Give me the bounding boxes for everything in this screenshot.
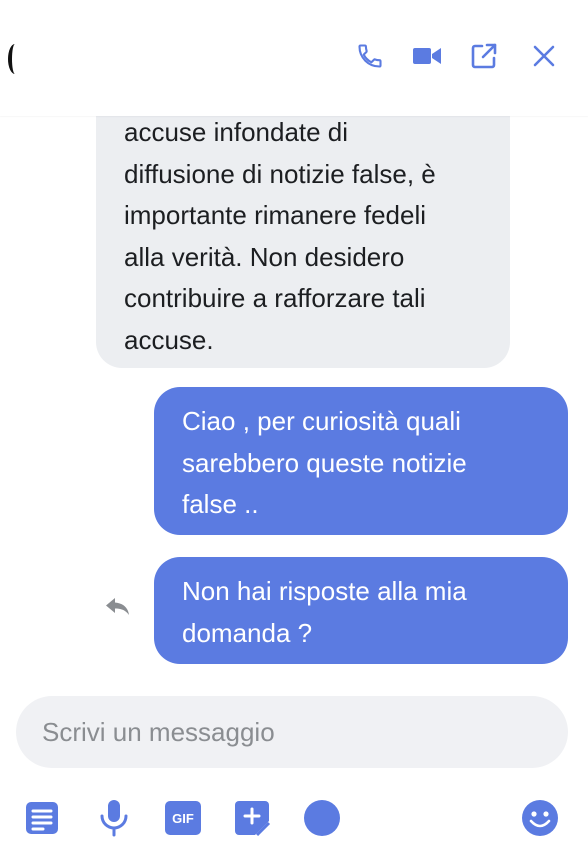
- gif-label: GIF: [172, 811, 194, 826]
- message-input[interactable]: [40, 715, 544, 749]
- outgoing-message-bubble[interactable]: Ciao , per curiosità quali sarebbero que…: [154, 387, 568, 535]
- message-text-line: importante rimanere fedeli: [124, 200, 427, 230]
- emoji-icon[interactable]: [520, 798, 560, 838]
- message-text-line: alla verità. Non desidero: [124, 241, 405, 272]
- message-composer[interactable]: [16, 696, 568, 768]
- message-text-line: accuse infondate di: [124, 117, 349, 147]
- sticker-icon[interactable]: [232, 798, 272, 838]
- message-text-line: false ..: [182, 489, 259, 519]
- message-text-line: Non hai risposte alla mia: [182, 576, 467, 606]
- phone-icon[interactable]: [352, 38, 388, 74]
- gif-icon[interactable]: GIF: [163, 798, 203, 838]
- message-text-line: accuse.: [124, 324, 214, 355]
- message-text-line: Ciao , per curiosità quali: [182, 406, 461, 436]
- video-camera-icon[interactable]: [409, 38, 445, 74]
- document-icon[interactable]: [22, 798, 62, 838]
- message-text-line: diffusione di notizie false, è: [124, 158, 436, 189]
- message-text-line: domanda ?: [182, 617, 313, 648]
- color-dot-icon[interactable]: [302, 798, 342, 838]
- outgoing-message-bubble[interactable]: Non hai risposte alla mia domanda ?: [154, 557, 568, 664]
- message-text-line: sarebbero queste notizie: [182, 447, 467, 478]
- chat-header: [0, 0, 588, 116]
- avatar[interactable]: [8, 44, 22, 74]
- pop-out-icon[interactable]: [466, 38, 502, 74]
- reply-icon[interactable]: [104, 594, 134, 620]
- message-text-line: contribuire a rafforzare tali: [124, 283, 426, 313]
- microphone-icon[interactable]: [94, 798, 134, 838]
- close-icon[interactable]: [526, 38, 562, 74]
